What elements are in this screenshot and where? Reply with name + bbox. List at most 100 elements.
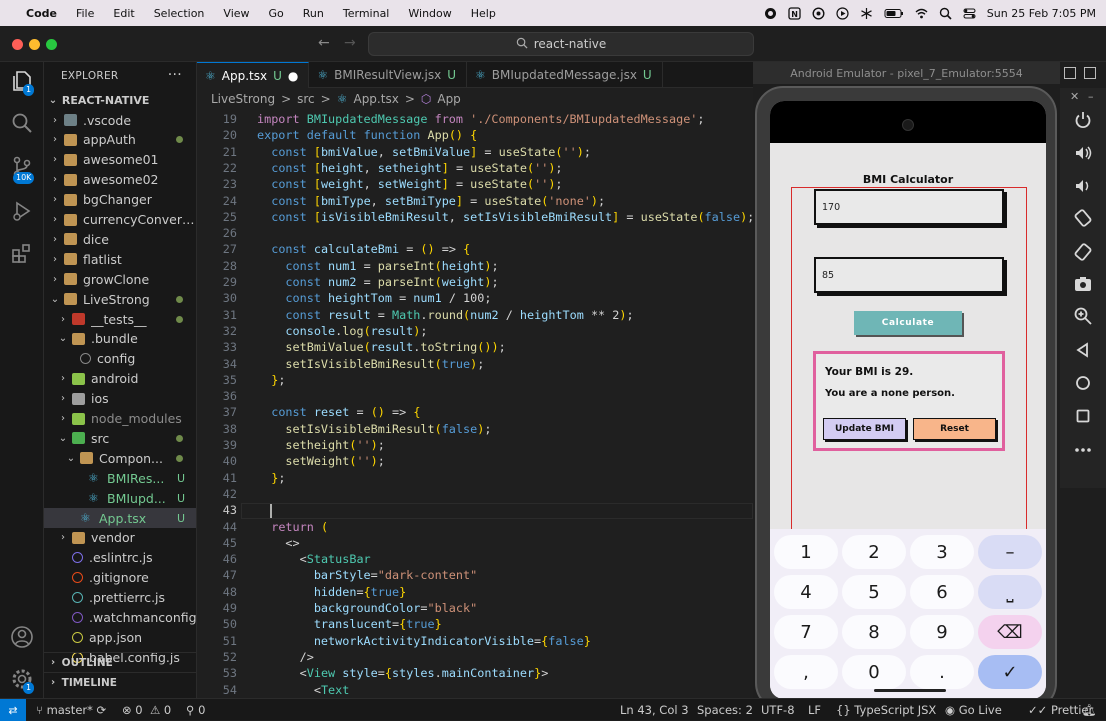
tab-bmiresultview[interactable]: ⚛ BMIResultView.jsx U: [309, 62, 468, 88]
close-window-button[interactable]: [12, 39, 23, 50]
search-icon[interactable]: [9, 110, 35, 136]
wifi-icon[interactable]: [915, 7, 928, 20]
code-line[interactable]: setIsVisibleBmiResult(false);: [257, 422, 491, 436]
chevron-icon[interactable]: ›: [58, 373, 68, 384]
update-bmi-button[interactable]: Update BMI: [823, 418, 906, 440]
code-line[interactable]: />: [257, 650, 314, 664]
eol[interactable]: LF: [808, 703, 821, 717]
breadcrumb-item[interactable]: src: [297, 92, 315, 106]
digit-7-key[interactable]: 7: [774, 615, 838, 649]
done-check-icon[interactable]: ✓: [978, 655, 1042, 689]
cursor-position[interactable]: Ln 43, Col 3: [620, 703, 689, 717]
code-line[interactable]: setheight('');: [257, 438, 384, 452]
code-line[interactable]: const calculateBmi = () => {: [257, 242, 470, 256]
tree-item[interactable]: ⌄ Compon...: [44, 448, 196, 468]
explorer-icon[interactable]: 1: [9, 68, 35, 96]
tree-item[interactable]: › .vscode: [44, 110, 196, 130]
code-line[interactable]: const num2 = parseInt(weight);: [257, 275, 498, 289]
command-center-search[interactable]: react-native: [368, 32, 754, 56]
tree-item[interactable]: › node_modules: [44, 409, 196, 429]
camera-icon[interactable]: [1073, 274, 1093, 294]
code-line[interactable]: <Text: [257, 683, 350, 697]
code-line[interactable]: const reset = () => {: [257, 405, 420, 419]
digit-4-key[interactable]: 4: [774, 575, 838, 609]
forward-arrow-icon[interactable]: →: [344, 35, 356, 51]
back-icon[interactable]: [1073, 340, 1093, 360]
tree-item[interactable]: ⚛ BMIupd... U: [44, 488, 196, 508]
chevron-icon[interactable]: ›: [50, 154, 60, 165]
chevron-icon[interactable]: ›: [50, 134, 60, 145]
digit-5-key[interactable]: 5: [842, 575, 906, 609]
snowflake-icon[interactable]: [860, 7, 873, 20]
tree-item[interactable]: › awesome02: [44, 170, 196, 190]
tree-item[interactable]: › appAuth: [44, 130, 196, 150]
breadcrumb-item[interactable]: App.tsx: [353, 92, 398, 106]
chevron-icon[interactable]: ›: [50, 194, 60, 205]
tree-item[interactable]: › vendor: [44, 528, 196, 548]
code-line[interactable]: const [weight, setWeight] = useState('')…: [257, 177, 562, 191]
menu-file[interactable]: File: [76, 7, 94, 20]
tree-item[interactable]: › dice: [44, 229, 196, 249]
chevron-icon[interactable]: ›: [58, 314, 68, 325]
tree-item[interactable]: .prettierrc.js: [44, 588, 196, 608]
chevron-icon[interactable]: ›: [50, 214, 60, 225]
tree-item[interactable]: › awesome01: [44, 150, 196, 170]
workspace-root[interactable]: ⌄ REACT-NATIVE: [44, 90, 196, 110]
code-line[interactable]: translucent={true}: [257, 617, 442, 631]
rotate-left-icon[interactable]: [1073, 208, 1093, 228]
run-debug-icon[interactable]: [9, 198, 35, 224]
back-arrow-icon[interactable]: ←: [318, 35, 330, 51]
comma-key[interactable]: ,: [774, 655, 838, 689]
branch-indicator[interactable]: ⑂ master* ⟳: [36, 703, 106, 717]
creative-cloud-icon[interactable]: [812, 6, 825, 20]
digit-0-key[interactable]: 0: [842, 655, 906, 689]
volume-down-icon[interactable]: [1073, 176, 1093, 196]
menu-edit[interactable]: Edit: [113, 7, 134, 20]
toggle-panel-icon[interactable]: [1084, 67, 1096, 79]
code-line[interactable]: };: [257, 373, 285, 387]
tree-item[interactable]: › flatlist: [44, 249, 196, 269]
chevron-icon[interactable]: ›: [50, 174, 60, 185]
menu-go[interactable]: Go: [269, 7, 284, 20]
power-icon[interactable]: [1073, 110, 1093, 130]
problems-indicator[interactable]: ⊗ 0 ⚠ 0: [122, 703, 171, 717]
chevron-icon[interactable]: ⌄: [66, 453, 76, 464]
code-line[interactable]: const heightTom = num1 / 100;: [257, 291, 491, 305]
indentation[interactable]: Spaces: 2: [697, 703, 753, 717]
code-editor[interactable]: 19 import BMIupdatedMessage from './Compo…: [197, 110, 755, 698]
tree-item[interactable]: › __tests__: [44, 309, 196, 329]
code-line[interactable]: const num1 = parseInt(height);: [257, 259, 498, 273]
tree-item[interactable]: › currencyConvert...: [44, 210, 196, 230]
home-icon[interactable]: [1073, 373, 1093, 393]
chevron-icon[interactable]: ›: [58, 393, 68, 404]
digit-6-key[interactable]: 6: [910, 575, 974, 609]
breadcrumb-item[interactable]: App: [437, 92, 460, 106]
code-line[interactable]: setIsVisibleBmiResult(true);: [257, 357, 484, 371]
tree-item[interactable]: ⚛ BMIRes... U: [44, 468, 196, 488]
menu-help[interactable]: Help: [471, 7, 496, 20]
backspace-icon[interactable]: ⌫: [978, 615, 1042, 649]
menubar-clock[interactable]: Sun 25 Feb 7:05 PM: [987, 7, 1096, 20]
chevron-icon[interactable]: ›: [58, 532, 68, 543]
code-line[interactable]: setBmiValue(result.toString());: [257, 340, 505, 354]
height-input[interactable]: 170: [814, 189, 1004, 225]
notifications-bell-icon[interactable]: 🔔︎: [1082, 703, 1097, 717]
go-live-button[interactable]: ◉ Go Live: [945, 703, 1002, 717]
gesture-handle[interactable]: [874, 689, 946, 692]
tree-item[interactable]: ⌄ LiveStrong: [44, 289, 196, 309]
battery-icon[interactable]: [884, 7, 904, 20]
zoom-icon[interactable]: [1073, 306, 1093, 326]
close-icon[interactable]: ✕: [1070, 90, 1079, 103]
tree-item[interactable]: › bgChanger: [44, 190, 196, 210]
chevron-icon[interactable]: ›: [58, 413, 68, 424]
volume-up-icon[interactable]: [1073, 143, 1093, 163]
timeline-section[interactable]: › TIMELINE: [44, 672, 196, 692]
breadcrumb-item[interactable]: LiveStrong: [211, 92, 275, 106]
source-control-icon[interactable]: 10K: [9, 154, 35, 184]
digit-2-key[interactable]: 2: [842, 535, 906, 569]
accounts-icon[interactable]: [9, 624, 35, 650]
digit-3-key[interactable]: 3: [910, 535, 974, 569]
split-editor-icon[interactable]: [1064, 67, 1076, 79]
code-line[interactable]: console.log(result);: [257, 324, 427, 338]
more-icon[interactable]: [1073, 440, 1093, 460]
